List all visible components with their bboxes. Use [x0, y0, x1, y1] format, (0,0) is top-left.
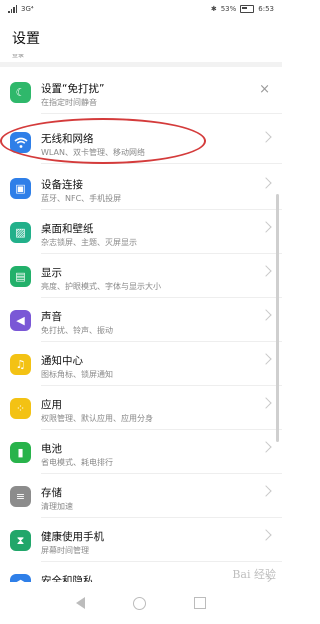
list-item-sound[interactable]: ◀ 声音 免打扰、铃声、振动	[0, 298, 282, 342]
device-link-icon: ▣	[10, 178, 31, 199]
item-subtitle: 屏幕时间管理	[41, 546, 89, 555]
row-divider	[41, 113, 282, 114]
wifi-icon	[10, 132, 31, 153]
chevron-right-icon	[260, 177, 272, 189]
chevron-right-icon	[260, 309, 272, 321]
item-subtitle: 蓝牙、NFC、手机投屏	[41, 194, 122, 203]
list-item-notifications[interactable]: ♫ 通知中心 图标角标、锁屏通知	[0, 342, 282, 386]
recents-icon[interactable]	[194, 597, 206, 609]
display-icon: ▤	[10, 266, 31, 287]
list-item-storage[interactable]: ≡ 存储 清理加速	[0, 474, 282, 518]
wallpaper-icon: ▨	[10, 222, 31, 243]
list-item-desktop-wallpaper[interactable]: ▨ 桌面和壁纸 杂志锁屏、主题、灭屏显示	[0, 210, 282, 254]
list-item-wireless-network[interactable]: 无线和网络 WLAN、双卡管理、移动网络	[0, 120, 282, 164]
item-subtitle: 权限管理、默认应用、应用分身	[41, 414, 153, 423]
list-item-device-connection[interactable]: ▣ 设备连接 蓝牙、NFC、手机投屏	[0, 166, 282, 210]
clipped-item-text: 登录	[12, 54, 25, 58]
row-divider	[41, 163, 282, 164]
bell-icon: ♫	[10, 354, 31, 375]
item-title: 通知中心	[41, 355, 83, 367]
chevron-right-icon	[260, 131, 272, 143]
list-item-digital-balance[interactable]: ⧗ 健康使用手机 屏幕时间管理	[0, 518, 282, 562]
apps-icon: ⁘	[10, 398, 31, 419]
chevron-right-icon	[260, 353, 272, 365]
home-icon[interactable]	[133, 596, 146, 610]
item-subtitle: 免打扰、铃声、振动	[41, 326, 113, 335]
section-divider	[0, 62, 282, 67]
hourglass-icon: ⧗	[10, 530, 31, 551]
item-title: 健康使用手机	[41, 531, 104, 543]
item-subtitle: 省电模式、耗电排行	[41, 458, 113, 467]
clock-time: 6:53	[258, 5, 274, 13]
item-title: 应用	[41, 399, 62, 411]
chevron-right-icon	[260, 397, 272, 409]
back-icon[interactable]	[76, 597, 85, 609]
chevron-right-icon	[260, 529, 272, 541]
item-title: 电池	[41, 443, 62, 455]
item-title: 设置“免打扰”	[41, 83, 105, 95]
chevron-right-icon	[260, 441, 272, 453]
item-subtitle: WLAN、双卡管理、移动网络	[41, 148, 146, 157]
chevron-right-icon	[260, 221, 272, 233]
item-title: 桌面和壁纸	[41, 223, 94, 235]
battery-icon: ▮	[10, 442, 31, 463]
system-nav-bar	[0, 582, 282, 624]
list-item-battery[interactable]: ▮ 电池 省电模式、耗电排行	[0, 430, 282, 474]
status-bar: 3G⁴ ✱ 53% 6:53	[0, 0, 282, 18]
item-subtitle: 在指定时间静音	[41, 98, 97, 107]
chevron-right-icon	[260, 485, 272, 497]
item-title: 存储	[41, 487, 62, 499]
baidu-watermark-logo: Bai 经验	[232, 568, 276, 581]
storage-icon: ≡	[10, 486, 31, 507]
moon-icon: ☾	[10, 82, 31, 103]
list-item-do-not-disturb[interactable]: ☾ 设置“免打扰” 在指定时间静音 ×	[0, 70, 282, 114]
scrollbar[interactable]	[276, 194, 279, 442]
battery-percent: 53%	[220, 5, 237, 13]
item-title: 显示	[41, 267, 62, 279]
item-subtitle: 图标角标、锁屏通知	[41, 370, 113, 379]
bluetooth-icon: ✱	[210, 5, 217, 13]
item-title: 无线和网络	[41, 133, 94, 145]
item-title: 设备连接	[41, 179, 83, 191]
signal-icon	[8, 5, 17, 13]
page-title: 设置	[12, 31, 40, 47]
list-item-display[interactable]: ▤ 显示 亮度、护眼模式、字体与显示大小	[0, 254, 282, 298]
item-subtitle: 杂志锁屏、主题、灭屏显示	[41, 238, 137, 247]
chevron-right-icon	[260, 265, 272, 277]
close-icon[interactable]: ×	[259, 82, 270, 97]
battery-status-icon	[240, 5, 255, 13]
status-left: 3G⁴	[8, 5, 34, 13]
network-label: 3G⁴	[21, 5, 34, 13]
item-title: 声音	[41, 311, 62, 323]
item-subtitle: 亮度、护眼模式、字体与显示大小	[41, 282, 161, 291]
sound-icon: ◀	[10, 310, 31, 331]
list-item-apps[interactable]: ⁘ 应用 权限管理、默认应用、应用分身	[0, 386, 282, 430]
item-subtitle: 清理加速	[41, 502, 73, 511]
status-right: ✱ 53% 6:53	[211, 5, 274, 13]
